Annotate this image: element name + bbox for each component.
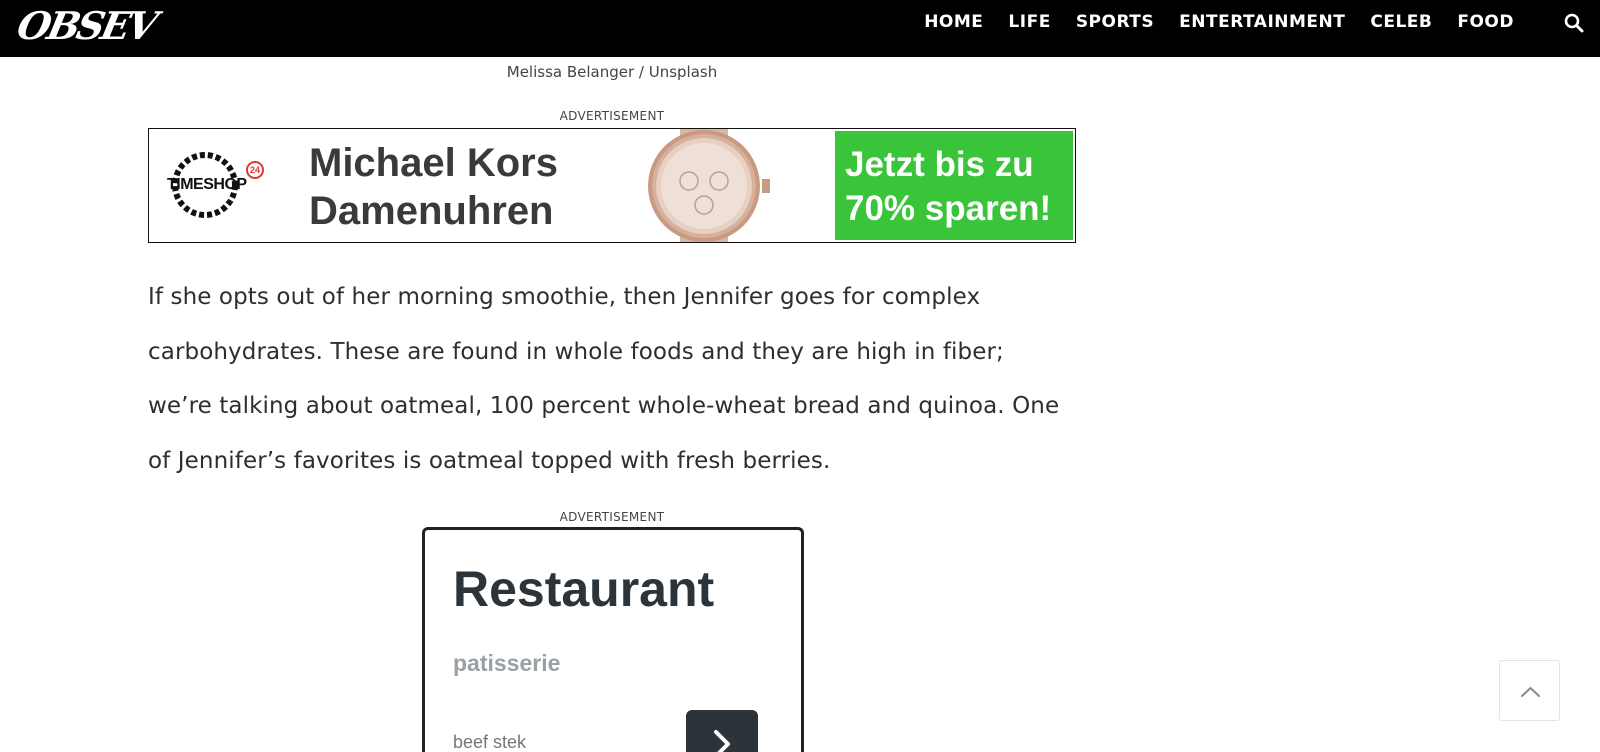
banner-headline-line1: Michael Kors [309, 141, 558, 185]
top-navigation-bar: OBSEV HOME LIFE SPORTS ENTERTAINMENT CEL… [0, 0, 1600, 57]
nav-item-celeb[interactable]: CELEB [1370, 12, 1432, 32]
main-nav: HOME LIFE SPORTS ENTERTAINMENT CELEB FOO… [899, 0, 1514, 44]
search-icon[interactable] [1564, 13, 1584, 33]
restaurant-ad-next-button[interactable] [686, 710, 758, 752]
restaurant-ad[interactable]: Restaurant patisserie beef stek [422, 527, 804, 752]
restaurant-ad-subtitle: patisserie [453, 650, 561, 676]
photo-credit: Melissa Belanger / Unsplash [506, 63, 718, 81]
nav-item-entertainment[interactable]: ENTERTAINMENT [1179, 12, 1345, 32]
chevron-up-icon [1521, 687, 1540, 697]
watch-image [648, 129, 770, 242]
timeshop-brand: TIMESHOP [167, 176, 247, 193]
back-to-top-button[interactable] [1499, 660, 1560, 721]
chevron-right-icon [714, 730, 730, 752]
banner-headline: Michael Kors Damenuhren [309, 139, 558, 235]
nav-item-sports[interactable]: SPORTS [1076, 12, 1154, 32]
banner-cta-line2: 70% sparen! [845, 189, 1052, 228]
banner-cta[interactable]: Jetzt bis zu 70% sparen! [835, 131, 1073, 240]
site-logo-text: OBSEV [13, 3, 159, 48]
banner-cta-line1: Jetzt bis zu [845, 145, 1034, 184]
banner-headline-line2: Damenuhren [309, 189, 554, 233]
advertisement-label: ADVERTISEMENT [559, 109, 665, 123]
nav-item-home[interactable]: HOME [924, 12, 983, 32]
timeshop-badge: 24 [246, 161, 264, 179]
article-paragraph: If she opts out of her morning smoothie,… [148, 284, 1060, 474]
restaurant-ad-title: Restaurant [453, 561, 715, 617]
advertisement-label: ADVERTISEMENT [559, 510, 665, 524]
banner-ad[interactable]: TIMESHOP 24 Michael Kors Damenuhren Jetz… [148, 128, 1076, 243]
nav-item-life[interactable]: LIFE [1008, 12, 1050, 32]
site-logo[interactable]: OBSEV [13, 2, 159, 52]
nav-item-food[interactable]: FOOD [1457, 12, 1514, 32]
restaurant-ad-item: beef stek [453, 732, 527, 752]
